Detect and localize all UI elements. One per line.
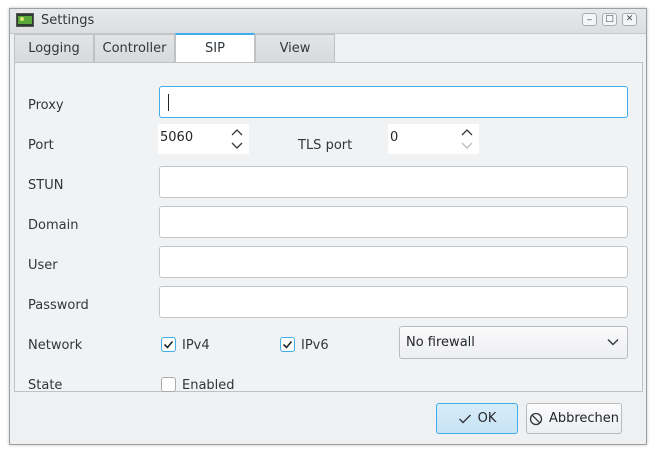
sip-settings-panel: Proxy Port 5060 TLS port 0 STUN Domain U…	[14, 62, 643, 393]
ok-button[interactable]: OK	[436, 403, 518, 434]
password-input[interactable]	[159, 286, 628, 318]
domain-label: Domain	[28, 218, 79, 233]
window-title: Settings	[41, 13, 95, 28]
network-label: Network	[28, 338, 83, 353]
tab-sip-label: SIP	[205, 41, 225, 56]
ok-label: OK	[477, 411, 497, 426]
chevron-down-icon	[607, 339, 619, 346]
state-label: State	[28, 378, 63, 393]
tab-sip[interactable]: SIP	[175, 33, 255, 62]
tab-bar: Logging Controller SIP View	[14, 33, 340, 63]
ipv6-checkbox[interactable]	[280, 337, 295, 352]
firewall-selected-value: No firewall	[406, 335, 475, 350]
close-button[interactable]: ✕	[622, 13, 637, 26]
ipv4-label[interactable]: IPv4	[182, 338, 210, 353]
ipv4-checkbox[interactable]	[161, 337, 176, 352]
maximize-icon: □	[605, 14, 614, 24]
cancel-button[interactable]: Abbrechen	[526, 403, 622, 434]
user-input[interactable]	[159, 246, 628, 278]
enabled-checkbox[interactable]	[161, 377, 176, 392]
tls-port-label: TLS port	[298, 138, 353, 153]
maximize-button[interactable]: □	[602, 13, 617, 26]
enabled-label[interactable]: Enabled	[182, 378, 235, 393]
proxy-input[interactable]	[159, 86, 628, 118]
tab-logging[interactable]: Logging	[14, 34, 94, 62]
checkmark-icon	[163, 340, 174, 349]
checkmark-icon	[282, 340, 293, 349]
port-value: 5060	[160, 130, 194, 145]
tls-port-value: 0	[390, 130, 399, 145]
settings-window: Settings _ □ ✕ Logging Controller SIP Vi…	[9, 8, 647, 445]
tab-view-label: View	[279, 41, 311, 56]
port-label: Port	[28, 138, 54, 153]
port-spinbox[interactable]: 5060	[158, 124, 249, 154]
tls-port-stepper-icon[interactable]	[461, 127, 473, 151]
title-bar[interactable]: Settings _ □ ✕	[10, 9, 646, 34]
user-label: User	[28, 258, 58, 273]
tab-controller[interactable]: Controller	[94, 34, 175, 62]
stun-label: STUN	[28, 178, 64, 193]
cancel-label: Abbrechen	[548, 411, 620, 426]
password-label: Password	[28, 298, 89, 313]
close-icon: ✕	[625, 14, 634, 24]
tab-view[interactable]: View	[255, 34, 335, 62]
app-icon	[16, 13, 34, 27]
stun-input[interactable]	[159, 166, 628, 198]
firewall-select[interactable]: No firewall	[399, 326, 628, 359]
tab-logging-label: Logging	[28, 41, 80, 56]
domain-input[interactable]	[159, 206, 628, 238]
port-stepper-icon[interactable]	[231, 127, 243, 151]
tab-controller-label: Controller	[102, 41, 167, 56]
minimize-button[interactable]: _	[582, 11, 597, 26]
cancel-icon	[529, 412, 543, 425]
proxy-label: Proxy	[28, 98, 64, 113]
text-cursor	[168, 94, 169, 111]
minimize-icon: _	[587, 11, 592, 21]
ipv6-label[interactable]: IPv6	[301, 338, 329, 353]
check-icon	[458, 414, 471, 423]
tls-port-spinbox[interactable]: 0	[388, 124, 479, 154]
